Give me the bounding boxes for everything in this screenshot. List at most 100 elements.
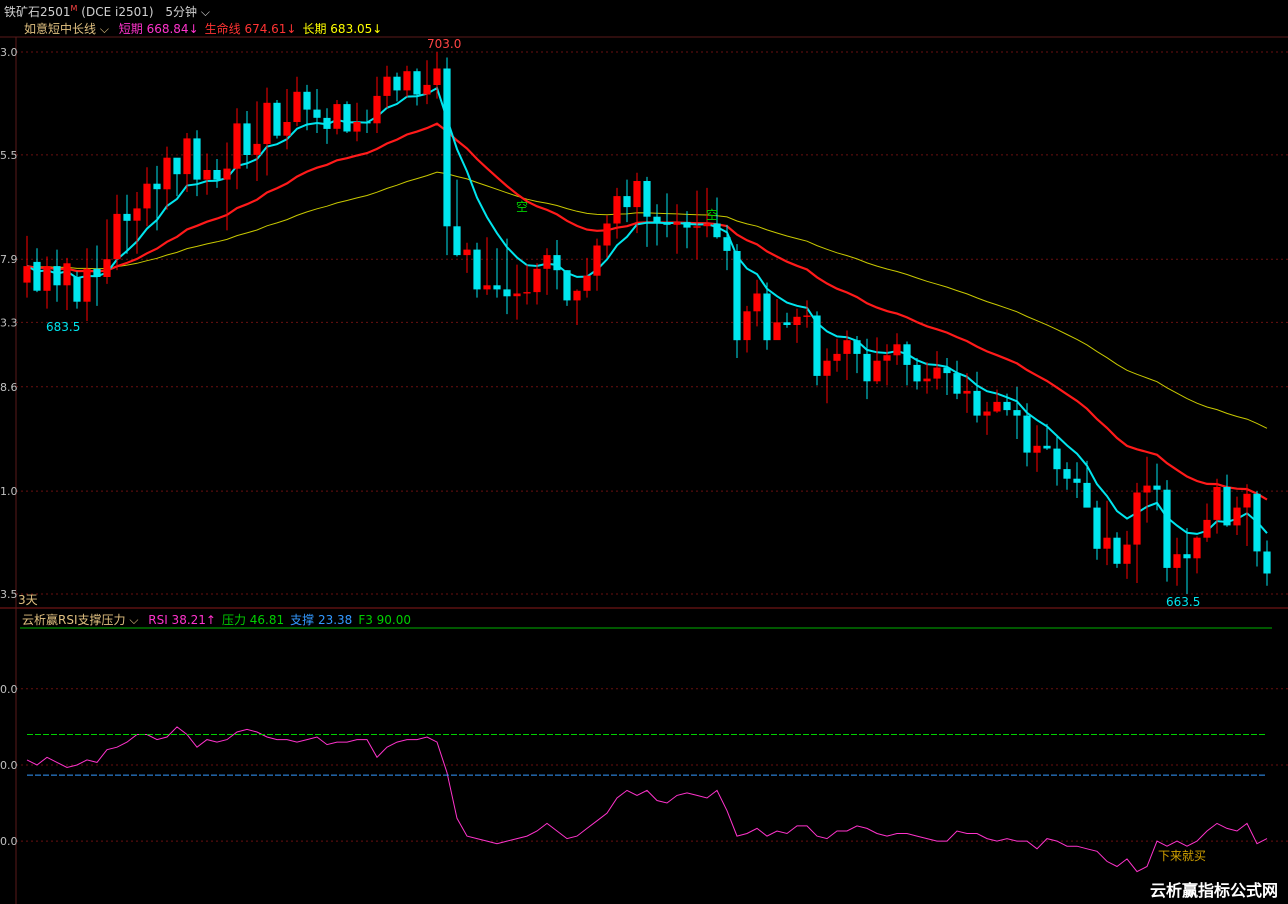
candle-body	[223, 168, 231, 180]
candle-body	[123, 213, 131, 221]
rsi-series-RSI	[26, 726, 1268, 873]
candle-body	[533, 268, 541, 293]
candle-body	[1013, 410, 1021, 416]
legend-items: 短期 668.84↓ 生命线 674.61↓ 长期 683.05↓	[113, 22, 383, 36]
candle-body	[1123, 544, 1131, 564]
candle-body	[893, 344, 901, 356]
candle-body	[843, 340, 851, 354]
candle-body	[953, 373, 961, 394]
candle-body	[743, 311, 751, 341]
y-tick-labels: 3.0 5.5 7.9 3.3 8.6 1.0 3.5 0.0 0.0 0.0	[0, 46, 18, 848]
candle-body	[1173, 554, 1181, 568]
candle-body	[833, 353, 841, 361]
short-signal-label: 空	[706, 208, 718, 222]
candle-body	[643, 181, 651, 217]
indicator-name: 如意短中长线	[24, 22, 97, 36]
candle-body	[263, 102, 271, 144]
candle-body	[63, 263, 71, 286]
candle-body	[613, 196, 621, 224]
candle-body	[133, 208, 141, 221]
candle-body	[1153, 485, 1161, 490]
candle-body	[213, 170, 221, 180]
candle-body	[93, 268, 101, 277]
candle-body	[443, 68, 451, 227]
candle-body	[1043, 445, 1051, 449]
candle-body	[43, 266, 51, 291]
price-tick-label: 3.3	[0, 316, 18, 329]
candle-body	[483, 285, 491, 290]
candle-body	[803, 315, 811, 317]
candle-body	[733, 251, 741, 341]
rsi-indicator-selector[interactable]: 云析赢RSI支撑压力 ⌵	[22, 613, 138, 627]
rsi-indicator-name: 云析赢RSI支撑压力	[22, 613, 126, 627]
chevron-down-icon: ⌵	[125, 613, 139, 627]
indicator-selector[interactable]: 如意短中长线 ⌵	[24, 22, 109, 36]
candle-body	[623, 196, 631, 208]
period-selector[interactable]: 5分钟 ⌵	[165, 5, 210, 19]
candle-body	[283, 122, 291, 136]
rsi-legend-item-1: 压力 46.81	[221, 613, 285, 627]
candle-body	[1243, 493, 1251, 508]
rsi-tick-label: 0.0	[0, 683, 18, 696]
period-label: 5分钟	[165, 5, 198, 19]
candle-body	[1073, 478, 1081, 483]
candle-body	[1083, 482, 1091, 508]
candle-body	[423, 84, 431, 95]
rsi-tick-label: 0.0	[0, 759, 18, 772]
candlestick-series	[23, 52, 1271, 594]
short-signal-label: 空	[516, 200, 528, 214]
price-tick-label: 3.5	[0, 588, 18, 601]
legend-item-0: 短期 668.84↓	[118, 22, 199, 36]
candle-body	[463, 249, 471, 256]
candle-body	[573, 290, 581, 301]
candle-body	[1223, 487, 1231, 526]
candle-body	[153, 183, 161, 190]
candle-body	[763, 293, 771, 341]
candle-body	[973, 390, 981, 416]
chevron-down-icon: ⌵	[96, 22, 109, 36]
candle-body	[653, 216, 661, 223]
candle-body	[403, 71, 411, 91]
day-count-label: 3天	[18, 593, 38, 607]
candle-body	[863, 353, 871, 382]
candle-body	[353, 122, 361, 132]
candle-body	[963, 390, 971, 394]
rsi-legend-item-3: F3 90.00	[358, 613, 412, 627]
candle-body	[923, 378, 931, 382]
legend-item-2: 长期 683.05↓	[302, 22, 383, 36]
candle-body	[453, 226, 461, 256]
candle-body	[663, 222, 671, 225]
candle-body	[633, 181, 641, 208]
candle-body	[183, 138, 191, 175]
candle-body	[793, 316, 801, 325]
price-tick-label: 7.9	[0, 253, 18, 266]
instrument-code: (DCE i2501)	[81, 5, 154, 19]
rsi-legend-item-0: RSI 38.21↑	[148, 613, 216, 627]
candle-body	[293, 91, 301, 122]
legend-item-1: 生命线 674.61↓	[204, 22, 297, 36]
candle-body	[773, 322, 781, 341]
candle-body	[473, 249, 481, 290]
candle-body	[193, 138, 201, 180]
candle-body	[273, 102, 281, 136]
candle-body	[503, 289, 511, 297]
candle-body	[1193, 537, 1201, 559]
instrument-name: 铁矿石2501	[4, 5, 71, 19]
chevron-down-icon: ⌵	[197, 5, 210, 19]
candle-body	[1183, 554, 1191, 559]
candle-body	[323, 117, 331, 129]
candle-body	[673, 222, 681, 225]
candle-body	[163, 157, 171, 190]
candle-body	[253, 143, 261, 155]
candle-body	[1233, 507, 1241, 526]
low-price-label-right: 663.5	[1166, 595, 1200, 609]
candle-body	[543, 255, 551, 269]
candle-body	[903, 344, 911, 365]
instrument-header[interactable]: 铁矿石2501M (DCE i2501) 5分钟 ⌵	[4, 3, 210, 20]
candle-body	[303, 91, 311, 110]
candle-body	[433, 68, 441, 85]
candle-body	[143, 183, 151, 209]
candle-body	[1023, 415, 1031, 453]
candle-body	[1053, 448, 1061, 470]
candle-body	[383, 76, 391, 96]
